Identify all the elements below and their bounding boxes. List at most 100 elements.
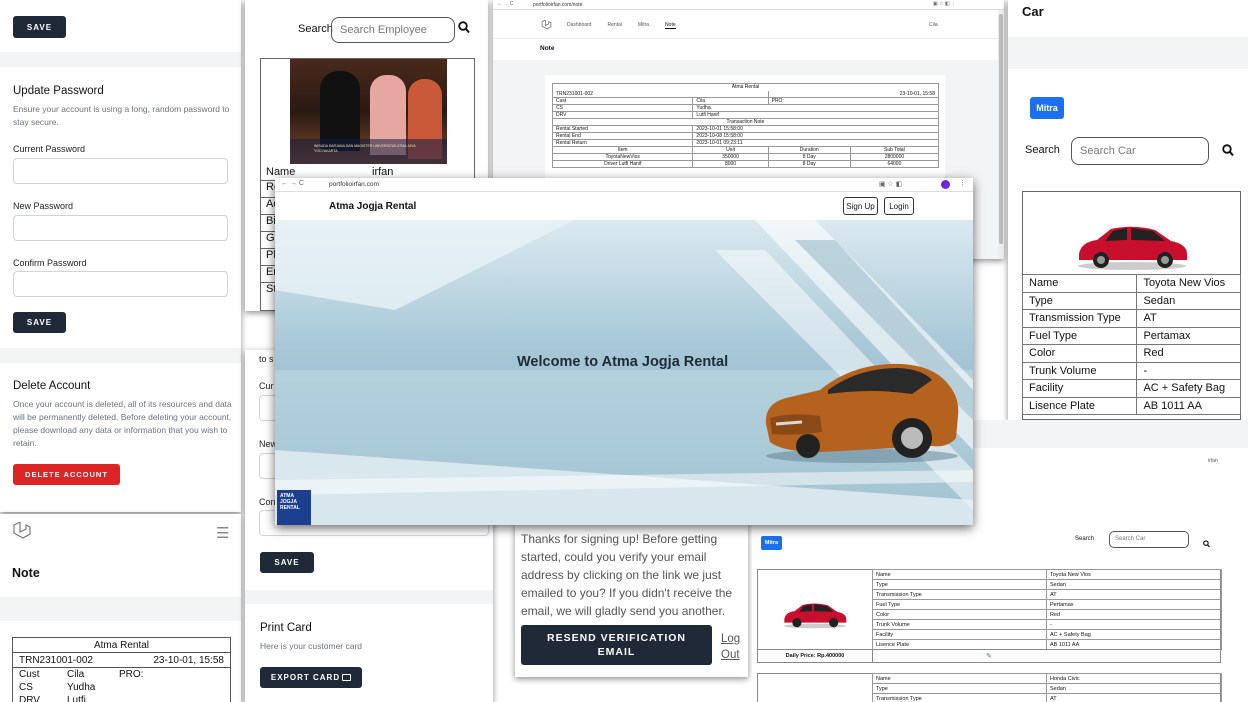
spec-value: AT <box>1046 589 1222 600</box>
info-extra: PRO: <box>767 97 940 105</box>
browser-tools-icon[interactable]: ▣ ☆ ◧ ⋮ <box>933 1 956 7</box>
item-cell: Driver Lutfi Hanif <box>551 160 694 168</box>
print-card-title: Print Card <box>260 622 312 634</box>
date-value: 2023-10-01 15:58:00 <box>692 125 939 133</box>
signup-button[interactable]: Sign Up <box>843 197 878 215</box>
delete-account-title: Delete Account <box>13 380 91 392</box>
employee-photo: WISUDA SARJANA DAN MAGISTER UNIVERSITAS … <box>290 59 447 164</box>
name-label: Name <box>266 166 296 178</box>
spec-value: Red <box>1046 609 1222 620</box>
nav-arrows-icon[interactable]: ← → C <box>281 180 304 187</box>
save-button[interactable]: SAVE <box>260 552 314 573</box>
spec-label: Fuel Type <box>1021 326 1138 345</box>
nav-rental[interactable]: Rental <box>607 22 621 29</box>
scrollbar[interactable] <box>998 10 1004 259</box>
delete-account-button[interactable]: DELETE ACCOUNT <box>13 464 120 485</box>
browser-bar: ← → C portfolioirfan.com/note ▣ ☆ ◧ ⋮ <box>493 0 1004 10</box>
receipt-trn: TRN231001-002 <box>19 655 93 666</box>
car-image <box>782 599 848 634</box>
logout-link[interactable]: Log Out <box>721 631 745 663</box>
receipt-trn: TRN231001-002 <box>552 90 769 98</box>
brand-title[interactable]: Atma Jogja Rental <box>329 201 416 212</box>
search-icon[interactable] <box>1222 144 1234 162</box>
confirm-label: Con <box>259 497 276 507</box>
current-password-field[interactable] <box>13 158 228 184</box>
nav-note[interactable]: Note <box>665 22 676 29</box>
spec-value: Toyota New Vios <box>1136 274 1241 293</box>
receipt-row-label: Cust <box>19 669 40 680</box>
search-car-input[interactable]: Search Car <box>1109 531 1189 548</box>
mitra-button[interactable]: Mitra <box>1030 97 1064 119</box>
hamburger-icon[interactable]: ☰ <box>216 524 229 542</box>
profile-panel: SAVE Update Password Ensure your account… <box>0 0 241 512</box>
car-image <box>1075 220 1190 275</box>
login-button[interactable]: Login <box>884 197 914 215</box>
item-cell: 64000 <box>849 160 940 168</box>
search-icon[interactable] <box>1203 535 1210 553</box>
receipt-row-value: Cila <box>67 669 85 680</box>
save-password-button[interactable]: SAVE <box>13 312 66 333</box>
item-cell: 350000 <box>692 153 769 161</box>
receipt-row-label: DRV <box>19 695 40 702</box>
resend-verification-button[interactable]: RESEND VERIFICATION EMAIL <box>521 625 712 665</box>
note-receipt: Atma Rental TRN231001-002 23-10-01, 15:5… <box>12 637 231 702</box>
export-card-button[interactable]: EXPORT CARD <box>260 667 362 688</box>
home-navbar: Atma Jogja Rental Sign Up Login <box>275 192 973 220</box>
nav-dashboard[interactable]: Dashboard <box>567 22 591 29</box>
spec-label: Transmission Type <box>872 589 1047 600</box>
update-password-desc: Ensure your account is using a long, ran… <box>13 104 230 127</box>
info-value: Cila <box>692 97 769 105</box>
nav-mitra[interactable]: Mitra <box>638 22 649 29</box>
search-car-input[interactable]: Search Car <box>1071 137 1209 165</box>
spec-value: AT <box>1046 693 1222 702</box>
menu-icon[interactable]: ⋮ <box>959 179 966 187</box>
receipt-date: 23-10-01, 15:58 <box>767 90 940 98</box>
delete-account-desc: Once your account is deleted, all of its… <box>13 399 232 448</box>
car-heading: Car <box>1022 4 1044 19</box>
search-employee-input[interactable]: Search Employee <box>331 17 455 43</box>
car-spec-table: Name Honda Civic Type Sedan Transmission T… <box>872 673 1222 702</box>
browser-bar: ← → C portfolioirfan.com ▣ ☆ ◧ ⋮ <box>275 178 973 192</box>
print-card-desc: Here is your customer card <box>260 641 363 651</box>
receipt-date: 23-10-01, 15:58 <box>153 655 224 666</box>
col-header: Sub Total <box>849 146 940 154</box>
url-text[interactable]: portfolioirfan.com/note <box>533 2 582 8</box>
receipt-row-value: Yudha <box>67 682 96 693</box>
nav-arrows-icon[interactable]: ← → C <box>497 1 513 7</box>
photo-caption: WISUDA SARJANA DAN MAGISTER UNIVERSITAS … <box>314 144 416 153</box>
confirm-password-field[interactable] <box>13 271 228 297</box>
info-value: Yudha <box>692 104 939 112</box>
spec-value: Sedan <box>1046 683 1222 694</box>
spec-label: Transmission Type <box>872 693 1047 702</box>
date-label: Rental Return <box>551 139 694 147</box>
info-label: Cust <box>551 97 694 105</box>
search-label: Search <box>1025 144 1060 156</box>
user-menu[interactable]: Cila <box>929 22 938 28</box>
save-button[interactable]: SAVE <box>13 16 66 38</box>
welcome-heading: Welcome to Atma Jogja Rental <box>517 354 729 370</box>
atma-logo: ATMA JOGJA RENTAL <box>277 490 311 525</box>
spec-value: AC + Safety Bag <box>1046 629 1222 640</box>
receipt-company: Atma Rental <box>13 638 230 653</box>
col-header: Duration <box>767 146 851 154</box>
spec-label: Color <box>872 609 1047 620</box>
new-password-field[interactable] <box>13 215 228 241</box>
search-icon[interactable] <box>458 21 470 39</box>
id-card-icon <box>342 674 352 681</box>
spec-value: Red <box>1136 344 1241 363</box>
mitra-button[interactable]: Mitra <box>761 536 782 550</box>
receipt-table: Atma Rental TRN231001-002 23-10-01, 15:58… <box>551 83 940 168</box>
browser-tools-icon[interactable]: ▣ ☆ ◧ <box>879 180 902 188</box>
url-text[interactable]: portfolioirfan.com <box>329 181 379 188</box>
user-menu[interactable]: irfan <box>1208 458 1218 464</box>
spec-label: Color <box>1021 344 1138 363</box>
search-label: Search <box>1075 536 1095 542</box>
spec-value: - <box>1136 361 1241 380</box>
spec-value: AC + Safety Bag <box>1136 379 1241 398</box>
edit-pencil-icon[interactable]: ✎ <box>986 652 992 660</box>
date-label: Rental Started <box>551 125 694 133</box>
info-value: Lutfi Hanif <box>692 111 939 119</box>
spec-value: Sedan <box>1046 579 1222 590</box>
mobile-note-panel: ☰ Note Atma Rental TRN231001-002 23-10-0… <box>0 514 241 702</box>
avatar[interactable] <box>941 180 950 189</box>
